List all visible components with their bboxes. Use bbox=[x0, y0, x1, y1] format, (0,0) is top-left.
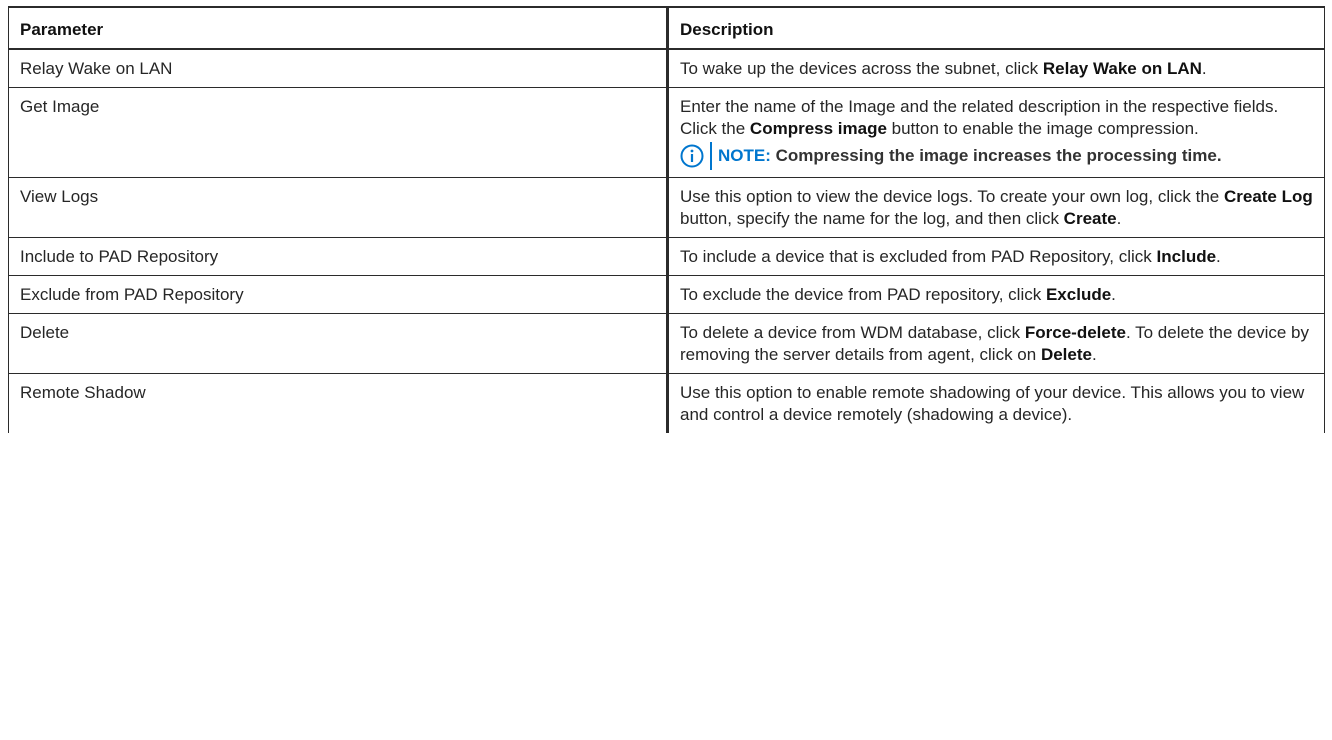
table-row: Remote Shadow Use this option to enable … bbox=[8, 373, 1325, 433]
description-fragment: To include a device that is excluded fro… bbox=[680, 247, 1157, 266]
description-fragment: button to enable the image compression. bbox=[886, 119, 1199, 138]
parameter-cell: Exclude from PAD Repository bbox=[8, 275, 668, 314]
description-cell: Use this option to enable remote shadowi… bbox=[666, 373, 1325, 433]
column-header-description: Description bbox=[666, 6, 1325, 50]
table-row: Get Image Enter the name of the Image an… bbox=[8, 87, 1325, 178]
ui-element-reference: Exclude bbox=[1045, 285, 1112, 304]
description-text: To wake up the devices across the subnet… bbox=[680, 58, 1314, 80]
description-text: To delete a device from WDM database, cl… bbox=[680, 322, 1314, 366]
description-text: Enter the name of the Image and the rela… bbox=[680, 96, 1314, 140]
description-cell: Enter the name of the Image and the rela… bbox=[666, 87, 1325, 178]
table-row: Delete To delete a device from WDM datab… bbox=[8, 313, 1325, 374]
table-row: Exclude from PAD Repository To exclude t… bbox=[8, 275, 1325, 314]
description-text: To include a device that is excluded fro… bbox=[680, 246, 1314, 268]
parameter-cell: Delete bbox=[8, 313, 668, 374]
description-fragment: To wake up the devices across the subnet… bbox=[680, 59, 1043, 78]
parameter-cell: Get Image bbox=[8, 87, 668, 178]
description-fragment: . bbox=[1201, 59, 1207, 78]
note-body: NOTE: Compressing the image increases th… bbox=[710, 142, 1222, 170]
description-fragment: Use this option to view the device logs.… bbox=[680, 187, 1224, 206]
description-cell: Use this option to view the device logs.… bbox=[666, 177, 1325, 238]
description-fragment: . bbox=[1216, 247, 1221, 266]
ui-element-reference: Create Log bbox=[1223, 187, 1313, 206]
description-cell: To include a device that is excluded fro… bbox=[666, 237, 1325, 276]
description-cell: To delete a device from WDM database, cl… bbox=[666, 313, 1325, 374]
description-text: Use this option to enable remote shadowi… bbox=[680, 382, 1314, 426]
description-fragment: To delete a device from WDM database, cl… bbox=[680, 323, 1025, 342]
ui-element-reference: Relay Wake on LAN bbox=[1042, 59, 1202, 78]
description-text: Use this option to view the device logs.… bbox=[680, 186, 1314, 230]
info-circle-icon bbox=[680, 144, 704, 168]
table-header-row: Parameter Description bbox=[8, 6, 1325, 50]
note-label: NOTE: bbox=[718, 146, 771, 165]
parameter-cell: Include to PAD Repository bbox=[8, 237, 668, 276]
parameter-description-table: Parameter Description Relay Wake on LAN … bbox=[8, 6, 1325, 433]
note-callout: NOTE: Compressing the image increases th… bbox=[680, 142, 1314, 170]
description-fragment: To exclude the device from PAD repositor… bbox=[680, 285, 1046, 304]
description-fragment: . bbox=[1116, 209, 1122, 228]
ui-element-reference: Include bbox=[1156, 247, 1217, 266]
parameter-cell: View Logs bbox=[8, 177, 668, 238]
description-fragment: Use this option to enable remote shadowi… bbox=[680, 383, 1305, 424]
description-fragment: . bbox=[1091, 345, 1097, 364]
table-row: View Logs Use this option to view the de… bbox=[8, 177, 1325, 238]
description-cell: To wake up the devices across the subnet… bbox=[666, 48, 1325, 88]
description-fragment: button, specify the name for the log, an… bbox=[680, 209, 1064, 228]
parameter-cell: Remote Shadow bbox=[8, 373, 668, 433]
description-cell: To exclude the device from PAD repositor… bbox=[666, 275, 1325, 314]
ui-element-reference: Delete bbox=[1040, 345, 1092, 364]
ui-element-reference: Compress image bbox=[749, 119, 887, 138]
description-text: To exclude the device from PAD repositor… bbox=[680, 284, 1314, 306]
table-row: Include to PAD Repository To include a d… bbox=[8, 237, 1325, 276]
description-fragment: . bbox=[1111, 285, 1116, 304]
column-header-parameter: Parameter bbox=[8, 6, 668, 50]
note-text: Compressing the image increases the proc… bbox=[775, 146, 1222, 165]
table-row: Relay Wake on LAN To wake up the devices… bbox=[8, 48, 1325, 88]
ui-element-reference: Force-delete bbox=[1024, 323, 1126, 342]
parameter-cell: Relay Wake on LAN bbox=[8, 48, 668, 88]
ui-element-reference: Create bbox=[1063, 209, 1117, 228]
